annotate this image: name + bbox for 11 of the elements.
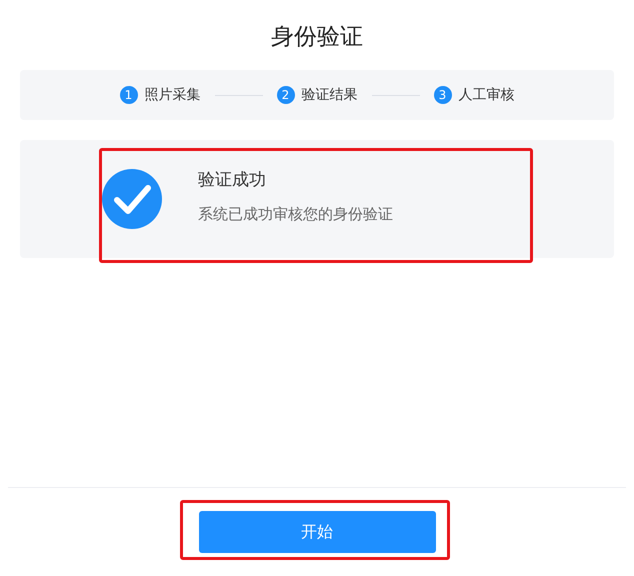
- step-number: 1: [120, 86, 138, 104]
- step-label: 人工审核: [458, 86, 514, 104]
- result-message: 系统已成功审核您的身份验证: [198, 205, 393, 224]
- page-title: 身份验证: [271, 23, 363, 52]
- step-label: 照片采集: [144, 86, 200, 104]
- step-number: 3: [434, 86, 452, 104]
- step-label: 验证结果: [302, 86, 358, 104]
- step-number: 2: [276, 86, 294, 104]
- start-button[interactable]: 开始: [198, 511, 436, 553]
- check-icon: [102, 169, 162, 229]
- result-heading: 验证成功: [198, 169, 267, 191]
